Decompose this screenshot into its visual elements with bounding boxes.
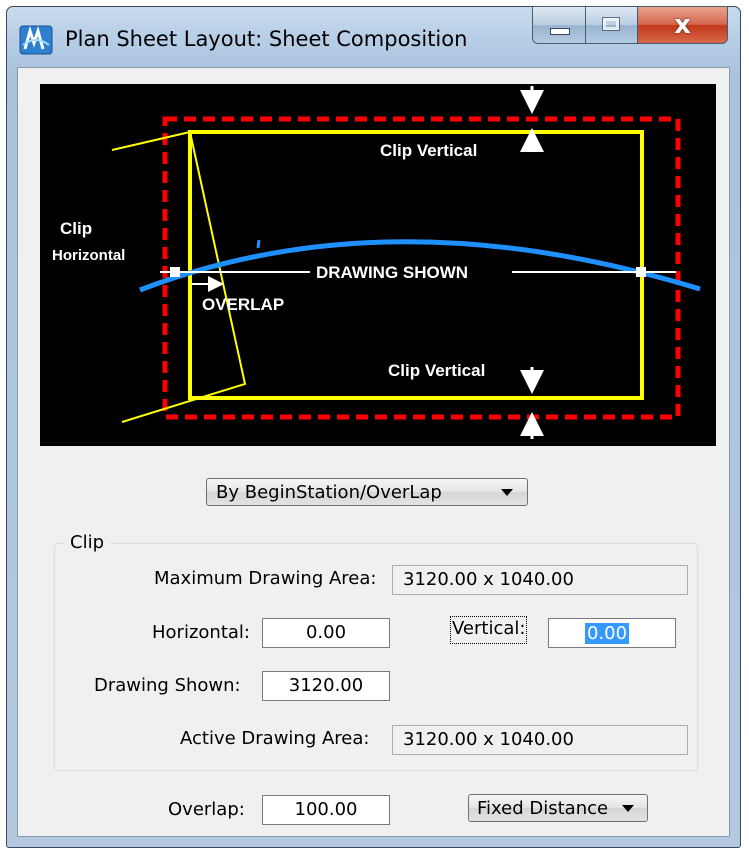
drawing-shown-end-left bbox=[170, 267, 180, 277]
vertical-input[interactable]: 0.00 bbox=[548, 618, 676, 648]
overlap-input[interactable]: 100.00 bbox=[262, 795, 390, 825]
chevron-down-icon bbox=[622, 805, 634, 812]
clip-horizontal-label-2: Horizontal bbox=[52, 247, 125, 264]
caption-buttons: x bbox=[532, 6, 728, 44]
horizontal-label: Horizontal: bbox=[152, 622, 250, 643]
max-drawing-area-value: 3120.00 x 1040.00 bbox=[403, 569, 574, 590]
minimize-icon bbox=[550, 28, 570, 35]
close-button[interactable]: x bbox=[638, 6, 728, 44]
max-drawing-area-field: 3120.00 x 1040.00 bbox=[392, 565, 688, 595]
layout-mode-dropdown[interactable]: By BeginStation/OverLap bbox=[206, 478, 528, 506]
maximize-icon bbox=[602, 17, 620, 31]
horizontal-value: 0.00 bbox=[305, 622, 347, 643]
active-drawing-area-value: 3120.00 x 1040.00 bbox=[403, 729, 574, 750]
clip-vertical-bottom-label: Clip Vertical bbox=[388, 361, 485, 380]
horizontal-input[interactable]: 0.00 bbox=[262, 618, 390, 648]
layout-mode-value: By BeginStation/OverLap bbox=[216, 482, 442, 503]
clip-vertical-top-label: Clip Vertical bbox=[380, 141, 477, 160]
app-icon bbox=[19, 25, 53, 55]
minimize-button[interactable] bbox=[532, 6, 586, 44]
sheet-preview-diagram: Clip Vertical Clip Vertical Clip Horizon… bbox=[52, 86, 701, 439]
active-drawing-area-field: 3120.00 x 1040.00 bbox=[392, 725, 688, 755]
overlap-method-dropdown[interactable]: Fixed Distance bbox=[468, 794, 648, 822]
station-tick bbox=[256, 239, 261, 249]
title-bar[interactable]: Plan Sheet Layout: Sheet Composition x bbox=[7, 6, 740, 73]
overlap-field-label: Overlap: bbox=[168, 799, 245, 820]
active-drawing-area-label: Active Drawing Area: bbox=[180, 728, 370, 749]
overlap-value: 100.00 bbox=[294, 799, 358, 820]
max-drawing-area-label: Maximum Drawing Area: bbox=[154, 568, 377, 589]
overlap-label: OVERLAP bbox=[202, 295, 284, 314]
clip-horizontal-label-1: Clip bbox=[60, 219, 92, 238]
drawing-shown-input[interactable]: 3120.00 bbox=[262, 671, 390, 701]
sheet-preview: Clip Vertical Clip Vertical Clip Horizon… bbox=[40, 84, 716, 446]
chevron-down-icon bbox=[501, 489, 513, 496]
drawing-shown-value: 3120.00 bbox=[288, 675, 364, 696]
window-title: Plan Sheet Layout: Sheet Composition bbox=[65, 27, 468, 51]
drawing-shown-label: DRAWING SHOWN bbox=[316, 263, 468, 282]
dialog-client-area: Clip Vertical Clip Vertical Clip Horizon… bbox=[17, 67, 730, 837]
drawing-shown-end-right bbox=[636, 267, 646, 277]
maximize-button[interactable] bbox=[586, 6, 638, 44]
clip-group-label: Clip bbox=[64, 532, 110, 553]
overlap-method-value: Fixed Distance bbox=[477, 798, 609, 819]
dialog-window: Plan Sheet Layout: Sheet Composition x C… bbox=[6, 6, 741, 848]
vertical-value: 0.00 bbox=[585, 623, 630, 644]
drawing-shown-field-label: Drawing Shown: bbox=[94, 675, 241, 696]
vertical-label: Vertical: bbox=[450, 616, 528, 644]
close-icon: x bbox=[674, 10, 691, 40]
